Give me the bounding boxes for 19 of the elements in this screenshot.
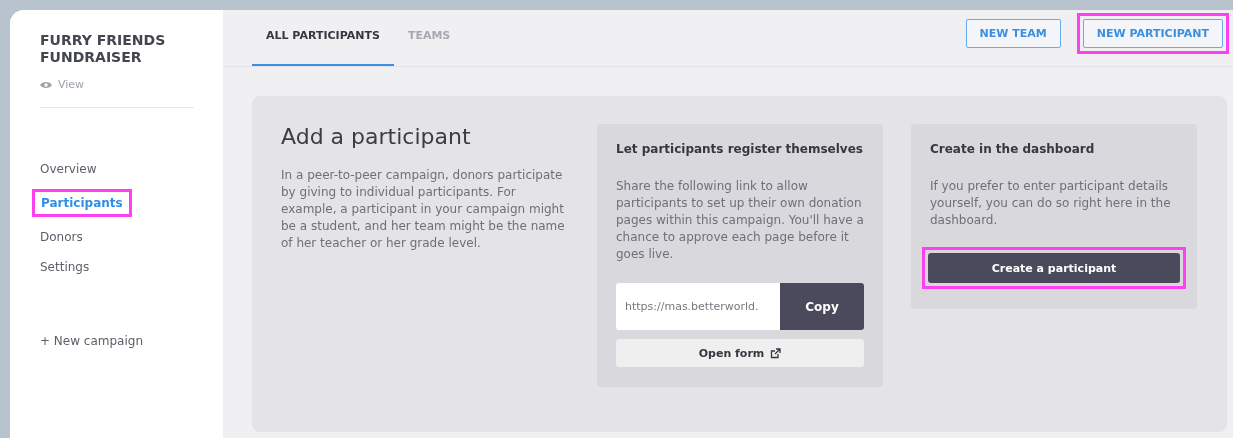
card-text: If you prefer to enter participant details yourself, you can do so right here in the dashboard. xyxy=(930,178,1172,229)
nav-item[interactable]: Settings xyxy=(40,257,90,277)
nav-item[interactable]: Overview xyxy=(40,159,97,179)
nav-item[interactable]: Participants xyxy=(32,189,132,217)
tab[interactable]: ALL PARTICIPANTS xyxy=(252,10,394,66)
new-campaign-link[interactable]: + New campaign xyxy=(40,334,144,348)
card-title: Let participants register themselves xyxy=(616,142,864,156)
eye-icon xyxy=(40,80,52,89)
link-field[interactable]: https://mas.betterworld. xyxy=(616,283,780,330)
campaign-title: FURRY FRIENDS FUNDRAISER xyxy=(40,32,167,66)
intro-text: In a peer-to-peer campaign, donors participate by giving to individual participants. For example, a participant in your campaign might be a student, and her team might be the name of her teacher or her grade level. xyxy=(281,167,566,252)
card-title: Create in the dashboard xyxy=(930,142,1096,156)
section-title: Add a participant xyxy=(281,124,472,149)
external-link-icon xyxy=(770,347,782,359)
nav-item[interactable]: Donors xyxy=(40,227,83,247)
open-form-button[interactable]: Open form xyxy=(616,339,864,367)
card-text: Share the following link to allow participants to set up their own donation pages within this campaign. You'll have a chance to approve each page before it goes live. xyxy=(616,178,864,263)
create-participant-button[interactable]: Create a participant xyxy=(928,253,1180,283)
copy-button[interactable]: Copy xyxy=(780,283,864,330)
